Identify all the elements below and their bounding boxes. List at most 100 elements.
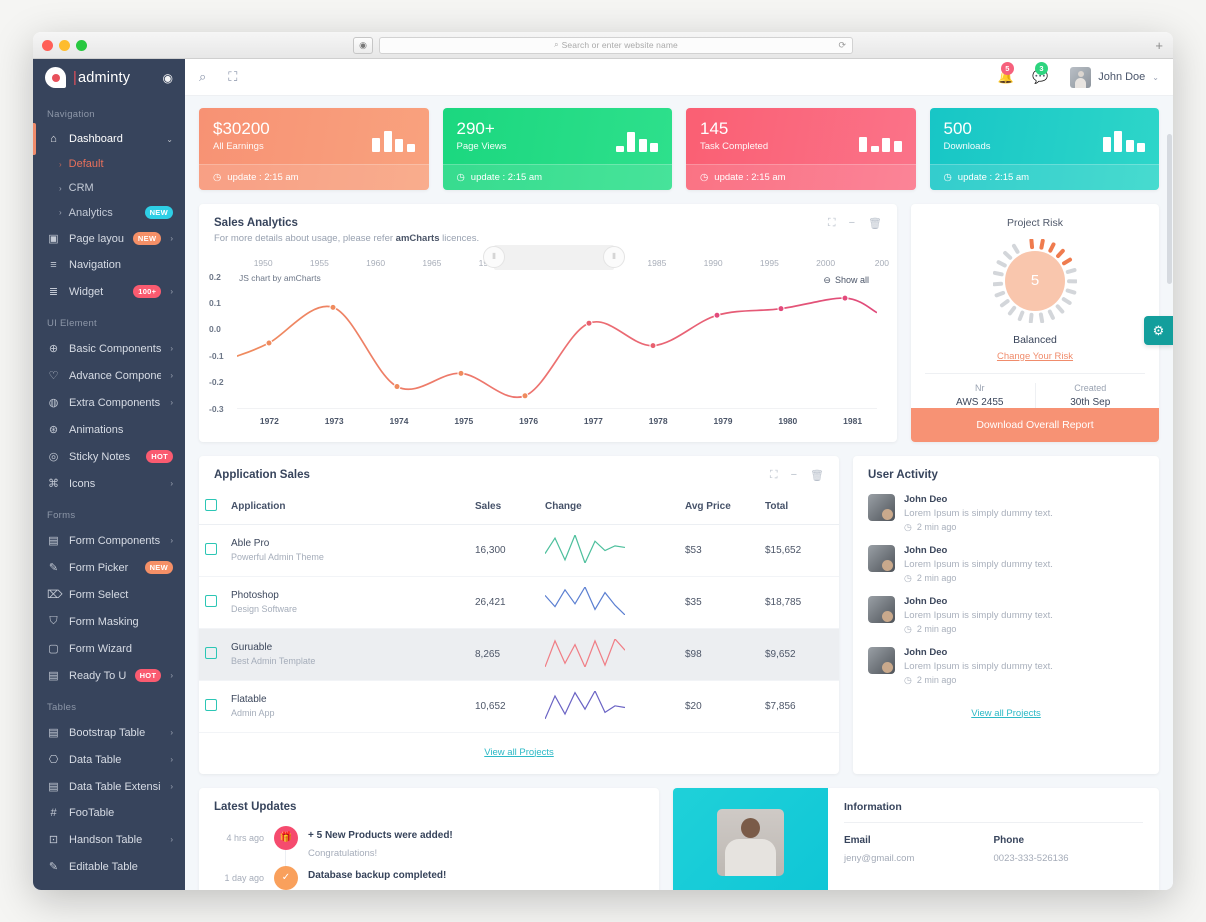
change-risk-link[interactable]: Change Your Risk xyxy=(911,351,1159,362)
trash-icon[interactable]: 🗑 xyxy=(868,217,882,230)
cell-avg-price: $53 xyxy=(679,524,759,577)
user-activity-title: User Activity xyxy=(868,468,938,481)
sidebar-nav[interactable]: Navigation ⌂ Dashboard ⌄ › Default › CRM › Analyt… xyxy=(33,96,185,890)
activity-item[interactable]: John Deo Lorem Ipsum is simply dummy tex… xyxy=(853,541,1159,592)
activity-time: ◷ 2 min ago xyxy=(904,674,957,686)
sidebar-item-footable[interactable]: # FooTable xyxy=(33,800,185,826)
activity-item[interactable]: John Deo Lorem Ipsum is simply dummy tex… xyxy=(853,643,1159,694)
sidebar-item-form-wizard[interactable]: ▢ Form Wizard xyxy=(33,635,185,662)
information-fields: Email jeny@gmail.com Phone 0023-333-52613… xyxy=(844,835,1143,864)
sidebar-item-dashboard[interactable]: ⌂ Dashboard ⌄ xyxy=(33,123,185,155)
download-report-button[interactable]: Download Overall Report xyxy=(911,407,1159,442)
table-row[interactable]: Flatable Admin App 10,652 $20 $7,856 xyxy=(199,680,839,733)
range-handle-right[interactable]: ⦀ xyxy=(603,245,625,268)
info-value: 0023-333-526136 xyxy=(993,852,1069,864)
row-checkbox[interactable] xyxy=(199,524,225,577)
reload-icon[interactable]: ⟳ xyxy=(838,40,846,51)
view-all-projects-link[interactable]: View all Projects xyxy=(199,733,839,774)
table-row[interactable]: Able Pro Powerful Admin Theme 16,300 $53… xyxy=(199,524,839,577)
chevron-right-icon: › xyxy=(170,344,173,353)
chart-x-axis: 1972 1973 1974 1975 1976 1977 1978 1979 1980 1981 xyxy=(237,416,885,430)
sidebar-subitem-crm[interactable]: › CRM xyxy=(33,176,185,200)
checkbox-icon[interactable] xyxy=(205,498,217,511)
sidebar-item-bootstrap-table[interactable]: ▤ Bootstrap Table › xyxy=(33,719,185,746)
chevron-right-icon: › xyxy=(170,782,173,791)
sidebar-item-editable-table[interactable]: ✎ Editable Table xyxy=(33,853,185,880)
risk-state: Balanced xyxy=(1013,333,1057,346)
chevron-right-icon: › xyxy=(170,287,173,296)
sidebar-item-advance-components[interactable]: ♡ Advance Components › xyxy=(33,362,185,389)
amcharts-chart[interactable]: 1950195519601965197019751980198519901995… xyxy=(209,244,891,430)
hash-icon: # xyxy=(50,807,57,819)
sidebar-item-data-table[interactable]: ⎔ Data Table › xyxy=(33,746,185,773)
latest-updates-title: Latest Updates xyxy=(214,800,297,813)
shield-icon[interactable]: ◉ xyxy=(353,36,373,54)
chart-range-selector[interactable]: ⦀ ⦀ xyxy=(483,244,625,270)
home-icon: ⌂ xyxy=(50,133,57,145)
information-body: Information Email jeny@gmail.com Phone 00… xyxy=(828,788,1159,890)
fullscreen-icon[interactable]: ⛶ xyxy=(228,69,237,85)
application-sales-card: Application Sales ⛶ − 🗑 Application Sales… xyxy=(199,455,839,774)
sidebar-subitem-default[interactable]: › Default xyxy=(33,152,185,176)
messages-icon[interactable]: 💬 3 xyxy=(1032,62,1048,85)
sidebar-item-label: Data Table xyxy=(69,753,122,766)
checkbox-icon[interactable] xyxy=(205,542,217,555)
sidebar-item-navigation[interactable]: ≡ Navigation xyxy=(33,252,185,278)
sales-analytics-card: Sales Analytics For more details about u… xyxy=(199,203,897,442)
dashboard-content: $30200 All Earnings ◷ update : 2:15 am 29… xyxy=(185,96,1173,890)
sidebar-item-basic-components[interactable]: ⊕ Basic Components › xyxy=(33,335,185,362)
checkbox-icon[interactable] xyxy=(205,698,217,711)
sidebar-item-sticky-notes[interactable]: ◎ Sticky Notes HOT xyxy=(33,443,185,470)
scrollbar[interactable] xyxy=(1167,134,1172,890)
table-row[interactable]: Guruable Best Admin Template 8,265 $98 $… xyxy=(199,628,839,681)
toggle-sidebar-icon[interactable]: ◉ xyxy=(163,71,173,85)
profile-photo xyxy=(717,809,784,877)
row-checkbox[interactable] xyxy=(199,680,225,733)
minimize-icon[interactable]: − xyxy=(791,469,797,482)
sidebar-item-form-select[interactable]: ⌦ Form Select xyxy=(33,581,185,608)
sidebar-item-icons[interactable]: ⌘ Icons › xyxy=(33,470,185,497)
sidebar-item-form-components[interactable]: ▤ Form Components › xyxy=(33,527,185,554)
card-tools[interactable]: ⛶ − 🗑 xyxy=(770,469,824,482)
new-tab-button[interactable]: + xyxy=(1155,39,1163,52)
expand-icon[interactable]: ⛶ xyxy=(828,217,836,230)
sidebar-item-label: Dashboard xyxy=(69,133,123,145)
view-all-projects-link[interactable]: View all Projects xyxy=(853,694,1159,735)
sidebar-caption-ui-element: UI Element xyxy=(47,318,97,329)
activity-item[interactable]: John Deo Lorem Ipsum is simply dummy tex… xyxy=(853,490,1159,541)
activity-item[interactable]: John Deo Lorem Ipsum is simply dummy tex… xyxy=(853,592,1159,643)
checkbox-icon[interactable] xyxy=(205,594,217,607)
trash-icon[interactable]: 🗑 xyxy=(810,469,824,482)
sidebar-item-page-layouts[interactable]: ▣ Page layouts NEW › xyxy=(33,225,185,252)
table-row[interactable]: Photoshop Design Software 26,421 $35 $18… xyxy=(199,576,839,629)
table-body: Able Pro Powerful Admin Theme 16,300 $53… xyxy=(199,524,839,733)
latest-updates-list: 4 hrs ago 🎁 + 5 New Products were added!… xyxy=(199,822,659,890)
range-tick-label: 1995 xyxy=(759,257,779,268)
sidebar-item-handson-table[interactable]: ⊡ Handson Table › xyxy=(33,826,185,853)
minimize-icon[interactable]: − xyxy=(849,217,855,230)
sidebar-item-data-table-extensions[interactable]: ▤ Data Table Extensions › xyxy=(33,773,185,800)
card-tools[interactable]: ⛶ − 🗑 xyxy=(828,217,882,230)
range-handle-left[interactable]: ⦀ xyxy=(483,245,505,268)
brand[interactable]: |adminty ◉ xyxy=(33,59,185,96)
sidebar-item-ready-to-use[interactable]: ▤ Ready To Use HOT › xyxy=(33,662,185,689)
search-icon[interactable]: ⌕ xyxy=(199,69,206,85)
information-card: Information Email jeny@gmail.com Phone 00… xyxy=(673,787,1159,890)
sidebar-item-widget[interactable]: ≣ Widget 100+ › xyxy=(33,278,185,305)
user-menu[interactable]: John Doe ⌄ xyxy=(1070,66,1159,88)
sidebar-item-extra-components[interactable]: ◍ Extra Components › xyxy=(33,389,185,416)
select-all-checkbox[interactable] xyxy=(199,490,225,525)
row-checkbox[interactable] xyxy=(199,628,225,681)
notifications-bell-icon[interactable]: 🔔 5 xyxy=(998,62,1014,85)
sidebar-badge: HOT xyxy=(134,669,162,682)
sidebar-item-form-masking[interactable]: ⛉ Form Masking xyxy=(33,608,185,635)
risk-meta-item: Created 30th Sep xyxy=(1034,382,1146,408)
url-input[interactable]: ⌕ Search or enter website name ⟳ xyxy=(379,36,853,54)
sidebar-item-animations[interactable]: ⊛ Animations xyxy=(33,416,185,443)
brand-name: |adminty xyxy=(73,69,131,86)
row-checkbox[interactable] xyxy=(199,576,225,629)
sidebar-subitem-analytics[interactable]: › Analytics NEW xyxy=(33,200,185,225)
checkbox-icon[interactable] xyxy=(205,646,217,659)
expand-icon[interactable]: ⛶ xyxy=(770,469,778,482)
sidebar-item-form-picker[interactable]: ✎ Form Picker NEW xyxy=(33,554,185,581)
